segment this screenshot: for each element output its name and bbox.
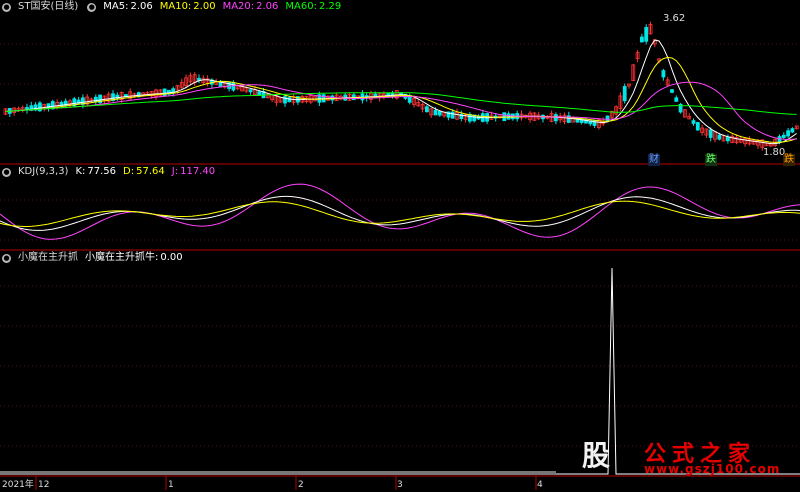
- candle-body: [231, 82, 236, 91]
- candle-body: [781, 134, 786, 138]
- settings-dot-icon[interactable]: ●: [2, 2, 11, 12]
- custom-indicator-name[interactable]: 小魔在主升抓: [18, 251, 78, 265]
- candle-body: [708, 129, 713, 138]
- x-axis-label: 2: [298, 480, 304, 490]
- x-axis-label: 12: [38, 480, 50, 490]
- candle-body: [248, 89, 253, 93]
- chart-canvas[interactable]: [0, 0, 800, 492]
- candle-body: [162, 88, 167, 97]
- kdj-j-indicator: J: 117.40: [171, 166, 216, 177]
- candle-body: [674, 97, 679, 102]
- candle-body: [287, 97, 292, 103]
- candle-body: [433, 109, 438, 116]
- custom-panel-header: ● 小魔在主升抓 小魔在主升抓牛: 0.00: [0, 251, 183, 265]
- high-price-marker: 3.62: [663, 13, 686, 24]
- event-tag-fall-2[interactable]: 跌: [783, 154, 795, 166]
- candle-body: [424, 106, 429, 113]
- moving-average-lines: [5, 39, 797, 145]
- event-tag-finance[interactable]: 财: [648, 154, 660, 166]
- kdj-lines: [0, 183, 800, 240]
- watermark-logo: 股 公式之家 www.gszj100.com: [560, 434, 800, 482]
- candle-body: [786, 130, 790, 137]
- candle-body: [726, 136, 730, 142]
- candle-body: [661, 70, 666, 78]
- kdj-label[interactable]: KDJ(9,3,3): [18, 165, 68, 179]
- candle-body: [691, 120, 696, 124]
- ma5-indicator: MA5: 2.06: [103, 1, 153, 12]
- settings-dot-icon[interactable]: ●: [2, 167, 11, 177]
- candlestick-series: [3, 21, 799, 151]
- x-axis-label: 3: [397, 480, 403, 490]
- ma60-indicator: MA60: 2.29: [285, 1, 342, 12]
- candle-body: [670, 89, 674, 93]
- ma10-indicator: MA10: 2.00: [159, 1, 216, 12]
- x-axis-label: 2021年: [2, 480, 34, 490]
- symbol-label[interactable]: ST国安(日线): [18, 0, 78, 14]
- settings-dot-icon[interactable]: ●: [2, 253, 11, 263]
- price-panel-header: ● ST国安(日线) ● MA5: 2.06 MA10: 2.00 MA20: 2.0…: [0, 0, 341, 14]
- horizontal-scrollbar: [0, 471, 556, 475]
- candle-body: [644, 27, 649, 42]
- candle-body: [717, 134, 722, 140]
- toggle-dot-icon[interactable]: ●: [87, 2, 97, 12]
- candle-body: [450, 111, 455, 119]
- x-axis-label: 1: [168, 480, 174, 490]
- candle-body: [695, 122, 700, 131]
- moving-average-line: [5, 81, 797, 140]
- candle-body: [622, 86, 627, 102]
- candle-body: [640, 36, 644, 43]
- custom-indicator-value: 小魔在主升抓牛: 0.00: [85, 252, 183, 263]
- x-axis-label: 4: [537, 480, 543, 490]
- candle-body: [777, 136, 782, 143]
- candle-body: [790, 128, 795, 133]
- kdj-d-indicator: D: 57.64: [123, 166, 165, 177]
- candle-body: [257, 91, 262, 96]
- ma20-indicator: MA20: 2.06: [222, 1, 279, 12]
- watermark-site: www.gszj100.com: [644, 462, 781, 476]
- candle-body: [605, 115, 610, 122]
- kdj-k-indicator: K: 77.56: [75, 166, 117, 177]
- watermark-badge: 股: [564, 436, 628, 476]
- kdj-panel-header: ● KDJ(9,3,3) K: 77.56 D: 57.64 J: 117.40: [0, 165, 215, 179]
- scrollbar-thumb: [0, 471, 556, 475]
- moving-average-line: [5, 39, 797, 145]
- event-tag-fall[interactable]: 跌: [705, 154, 717, 166]
- candle-body: [437, 110, 442, 116]
